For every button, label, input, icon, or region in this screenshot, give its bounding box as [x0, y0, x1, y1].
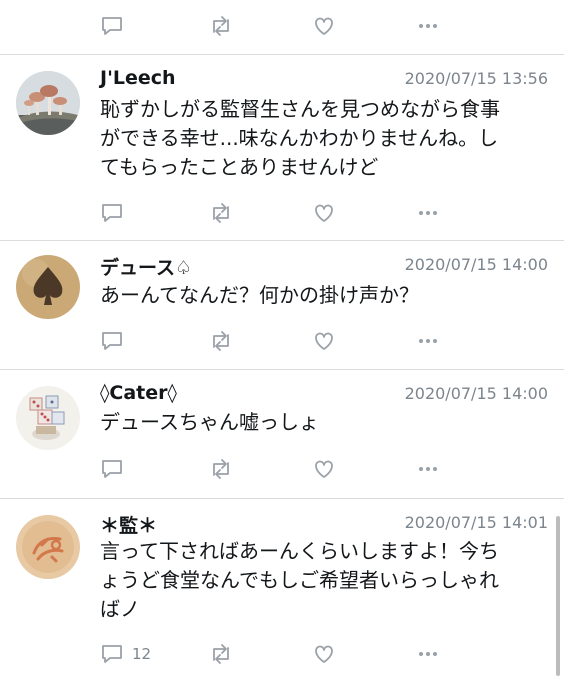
tweet-text: デュースちゃん嘘っしょ	[100, 408, 555, 437]
reply-icon	[102, 17, 122, 35]
tweet[interactable]: ＊監＊ 2020/07/15 14:01 言って下さればあーんくらいしますよ！今…	[0, 499, 564, 680]
reply-count: 12	[132, 645, 152, 663]
reply-icon	[102, 645, 122, 663]
tweet-text: 言って下さればあーんくらいしますよ！今ち ょうど食堂なんでもしご希望者いらっしゃ…	[100, 537, 555, 624]
tweet-text-line: デュースちゃん嘘っしょ	[100, 410, 319, 434]
more-icon	[419, 339, 437, 343]
reply-button[interactable]	[100, 200, 124, 226]
reply-icon	[102, 204, 122, 222]
timestamp: 2020/07/15 14:00	[404, 384, 548, 403]
heart-icon	[315, 460, 333, 478]
display-name[interactable]: ＊監＊	[100, 511, 157, 538]
like-button[interactable]	[312, 641, 336, 667]
like-button[interactable]	[312, 200, 336, 226]
stamp-avatar[interactable]	[16, 515, 80, 579]
mushroom-icon	[16, 71, 80, 135]
like-button[interactable]	[312, 328, 336, 354]
more-button[interactable]	[416, 200, 440, 226]
retweet-button[interactable]	[208, 641, 234, 667]
tweet-text-line: ばノ	[100, 597, 140, 621]
reply-button[interactable]	[100, 13, 124, 39]
tweet[interactable]: J'Leech 2020/07/15 13:56 恥ずかしがる監督生さんを見つめ…	[0, 55, 564, 240]
dice-icon	[16, 386, 80, 450]
action-bar: 12	[100, 641, 460, 667]
reply-button[interactable]	[100, 328, 124, 354]
spade-avatar[interactable]	[16, 255, 80, 319]
heart-icon	[315, 332, 333, 350]
reply-icon	[102, 460, 122, 478]
heart-icon	[315, 204, 333, 222]
more-button[interactable]	[416, 328, 440, 354]
retweet-button[interactable]	[208, 200, 234, 226]
timestamp: 2020/07/15 14:00	[404, 255, 548, 274]
reply-icon	[102, 332, 122, 350]
action-bar	[100, 200, 460, 226]
tweet-text-line: てもらったことありませんけど	[100, 155, 379, 179]
tweet-text: あーんてなんだ？何かの掛け声か？	[100, 281, 555, 310]
tweet-text-line: ょうど食堂なんでもしご希望者いらっしゃれ	[100, 568, 499, 592]
tweet-text-line: 言って下さればあーんくらいしますよ！今ち	[100, 539, 499, 563]
more-icon	[419, 467, 437, 471]
scrollbar[interactable]	[556, 516, 560, 676]
tweet[interactable]: ◊Cater◊ 2020/07/15 14:00 デュースちゃん嘘っしょ	[0, 370, 564, 498]
reply-button[interactable]: 12	[100, 641, 151, 667]
spade-icon	[16, 255, 80, 319]
timestamp: 2020/07/15 14:01	[404, 513, 548, 532]
retweet-icon	[213, 331, 229, 351]
more-button[interactable]	[416, 456, 440, 482]
like-button[interactable]	[312, 13, 336, 39]
tweet[interactable]: デュース♤ 2020/07/15 14:00 あーんてなんだ？何かの掛け声か？	[0, 241, 564, 369]
like-button[interactable]	[312, 456, 336, 482]
mushroom-avatar[interactable]	[16, 71, 80, 135]
display-name[interactable]: デュース♤	[100, 253, 192, 280]
retweet-icon	[213, 459, 229, 479]
timestamp: 2020/07/15 13:56	[404, 69, 548, 88]
retweet-button[interactable]	[208, 456, 234, 482]
display-name[interactable]: ◊Cater◊	[100, 382, 177, 404]
retweet-button[interactable]	[208, 328, 234, 354]
retweet-icon	[213, 644, 229, 664]
retweet-button[interactable]	[208, 13, 234, 39]
more-button[interactable]	[416, 641, 440, 667]
stamp-icon	[16, 515, 80, 579]
tweet-text-line: 恥ずかしがる監督生さんを見つめながら食事	[100, 97, 500, 121]
dice-avatar[interactable]	[16, 386, 80, 450]
retweet-icon	[213, 203, 229, 223]
action-bar	[100, 456, 460, 482]
heart-icon	[315, 645, 333, 663]
more-icon	[419, 652, 437, 656]
action-bar	[100, 328, 460, 354]
display-name[interactable]: J'Leech	[100, 67, 176, 89]
more-icon	[419, 211, 437, 215]
tweet-text-line: あーんてなんだ？何かの掛け声か？	[100, 283, 419, 307]
more-button[interactable]	[416, 13, 440, 39]
heart-icon	[315, 17, 333, 35]
reply-button[interactable]	[100, 456, 124, 482]
retweet-icon	[213, 16, 229, 36]
tweet-text: 恥ずかしがる監督生さんを見つめながら食事 ができる幸せ...味なんかわかりません…	[100, 95, 555, 182]
tweet-text-line: ができる幸せ...味なんかわかりませんね。し	[100, 126, 499, 150]
more-icon	[419, 24, 437, 28]
action-bar	[100, 13, 460, 39]
